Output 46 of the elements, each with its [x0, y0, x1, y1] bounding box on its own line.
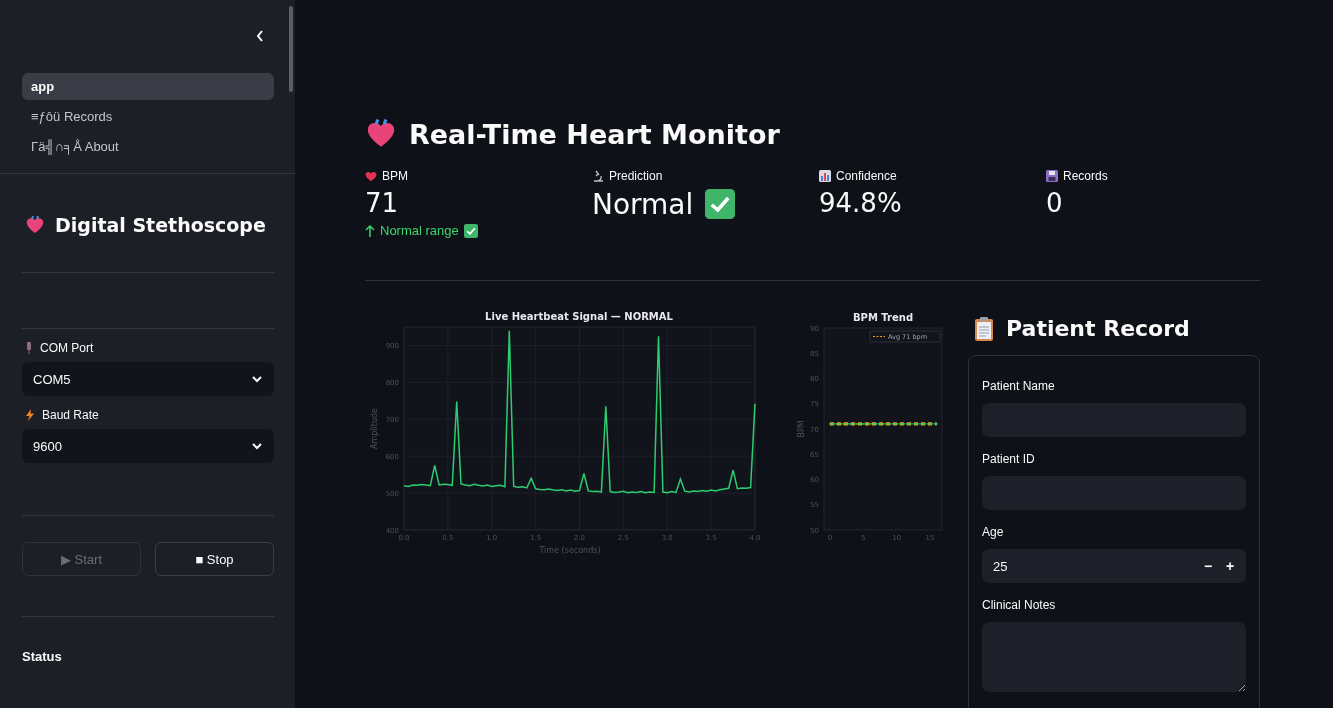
nav-link[interactable]: ≡ƒôü Records	[22, 103, 274, 130]
axis-label: Amplitude	[370, 408, 379, 449]
nav-link[interactable]: Γä╣∩╕Å About	[22, 133, 274, 160]
nav-link[interactable]: app	[22, 73, 274, 100]
field-label: Age	[982, 524, 1005, 539]
select-field[interactable]: 9600	[22, 429, 274, 463]
metric-label: BPM	[382, 169, 408, 183]
metric-value: Normal	[592, 187, 694, 221]
bar-chart-icon	[819, 170, 831, 182]
lightning-icon	[26, 409, 34, 421]
heart-icon	[25, 215, 45, 235]
section-heading: Patient Record	[1006, 316, 1190, 341]
arrow-up-icon	[365, 224, 375, 237]
number-input[interactable]: 25 − +	[982, 549, 1246, 583]
field-label: Patient ID	[982, 451, 1036, 466]
metric-delta: Normal range	[380, 223, 459, 238]
chevron-down-icon	[252, 442, 262, 450]
field-label: COM Port	[40, 341, 94, 355]
increment-button[interactable]: +	[1220, 558, 1240, 574]
field-label: Clinical Notes	[982, 597, 1057, 612]
chart-title: BPM Trend	[852, 312, 914, 323]
metric-value: 0	[1046, 188, 1063, 218]
check-icon	[705, 189, 736, 219]
axis-label: BPM	[797, 420, 806, 438]
metric-label: Confidence	[836, 169, 897, 183]
chart-title: Live Heartbeat Signal — NORMAL	[485, 311, 673, 322]
check-icon	[463, 223, 478, 238]
page-title: Real-Time Heart Monitor	[409, 118, 780, 150]
plug-icon	[26, 342, 32, 354]
heart-icon	[365, 170, 377, 182]
chevron-down-icon	[252, 375, 262, 383]
metric-value: 94.8%	[819, 188, 902, 218]
select-field[interactable]: COM5	[22, 362, 274, 396]
decrement-button[interactable]: −	[1198, 558, 1218, 574]
status-heading: Status	[22, 649, 63, 664]
field-label: Baud Rate	[42, 408, 99, 422]
metric-value: 71	[365, 188, 399, 218]
field-label: Patient Name	[982, 378, 1056, 393]
metric-label: Prediction	[609, 169, 663, 183]
control-button[interactable]: ■ Stop	[155, 542, 274, 576]
metric-label: Records	[1063, 169, 1108, 183]
notes-field[interactable]	[982, 622, 1246, 692]
sidebar-heading: Digital Stethoscope	[55, 214, 266, 236]
clipboard-icon	[974, 316, 994, 341]
axis-label: Time (seconds)	[539, 546, 601, 555]
collapse-icon[interactable]	[256, 30, 264, 42]
